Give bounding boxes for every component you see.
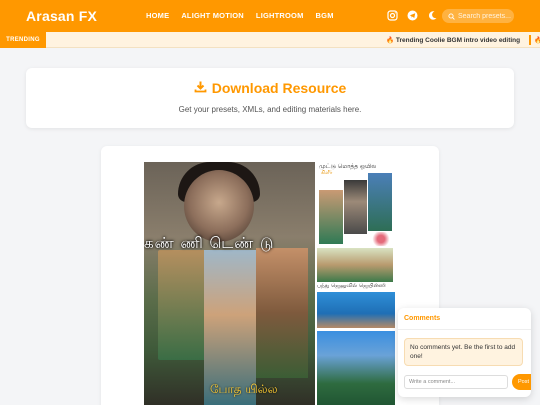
post-comment-button[interactable]: Post <box>512 374 531 390</box>
trending-separator <box>529 35 531 45</box>
telegram-icon[interactable] <box>406 9 419 22</box>
download-subtitle: Get your presets, XMLs, and editing mate… <box>178 105 362 114</box>
moon-icon[interactable] <box>426 9 439 22</box>
comments-title: Comments <box>404 315 441 322</box>
post-thumbnail[interactable]: கண் ணி டெண் டு போத யில்ல முட்டு மொத்த ஒய… <box>144 162 396 405</box>
thumbnail-side-caption-2: கிளீர் <box>321 170 333 176</box>
comments-divider <box>398 329 531 330</box>
thumbnail-side-caption-3: பந்து ஜெனுவில் ஜெயின்ஸி <box>317 283 386 289</box>
thumbnail-side-collage: முட்டு மொத்த ஒயில கிளீர் பந்து ஜெனுவில் … <box>315 162 396 405</box>
thumbnail-photo-3 <box>256 248 308 378</box>
trending-label: TRENDING <box>0 32 46 48</box>
download-resource-card: Download Resource Get your presets, XMLs… <box>26 68 514 128</box>
side-photo-3 <box>368 173 392 231</box>
comments-empty-message: No comments yet. Be the first to add one… <box>404 338 523 366</box>
instagram-icon[interactable] <box>386 9 399 22</box>
nav-lightroom[interactable]: LIGHTROOM <box>256 11 304 20</box>
side-photo-1 <box>319 190 343 244</box>
comment-input[interactable] <box>404 375 508 389</box>
thumbnail-tamil-overlay: கண் ணி டெண் டு <box>144 234 275 252</box>
trending-item[interactable]: 🔥 Trending Coolie BGM intro video editin… <box>386 36 520 44</box>
trending-bar: TRENDING 🔥 Trending Coolie BGM intro vid… <box>0 32 540 48</box>
download-title-row: Download Resource <box>26 80 514 96</box>
download-icon <box>194 80 207 96</box>
thumbnail-main-collage: கண் ணி டெண் டு போத யில்ல <box>144 162 315 405</box>
side-flower <box>371 232 391 246</box>
main-nav: HOME ALIGHT MOTION LIGHTROOM BGM <box>146 11 334 20</box>
search-input[interactable] <box>458 12 514 20</box>
download-title: Download Resource <box>211 80 347 96</box>
nav-alight-motion[interactable]: ALIGHT MOTION <box>181 11 244 20</box>
thumbnail-face <box>184 170 254 242</box>
side-photo-6 <box>317 331 395 405</box>
trending-item-next[interactable]: 🔥 <box>534 36 540 44</box>
side-photo-4 <box>317 248 393 282</box>
site-logo[interactable]: Arasan FX <box>26 8 97 24</box>
nav-home[interactable]: HOME <box>146 11 169 20</box>
search-icon <box>448 7 455 25</box>
nav-bgm[interactable]: BGM <box>316 11 334 20</box>
side-photo-5 <box>317 292 395 328</box>
side-photo-2 <box>344 180 367 234</box>
comments-widget: Comments No comments yet. Be the first t… <box>398 308 531 397</box>
site-header: Arasan FX HOME ALIGHT MOTION LIGHTROOM B… <box>0 0 540 32</box>
header-icons <box>386 9 439 22</box>
thumbnail-photo-1 <box>158 250 210 360</box>
search-box[interactable] <box>442 9 514 23</box>
thumbnail-tamil-bottom: போத யில்ல <box>210 382 278 396</box>
